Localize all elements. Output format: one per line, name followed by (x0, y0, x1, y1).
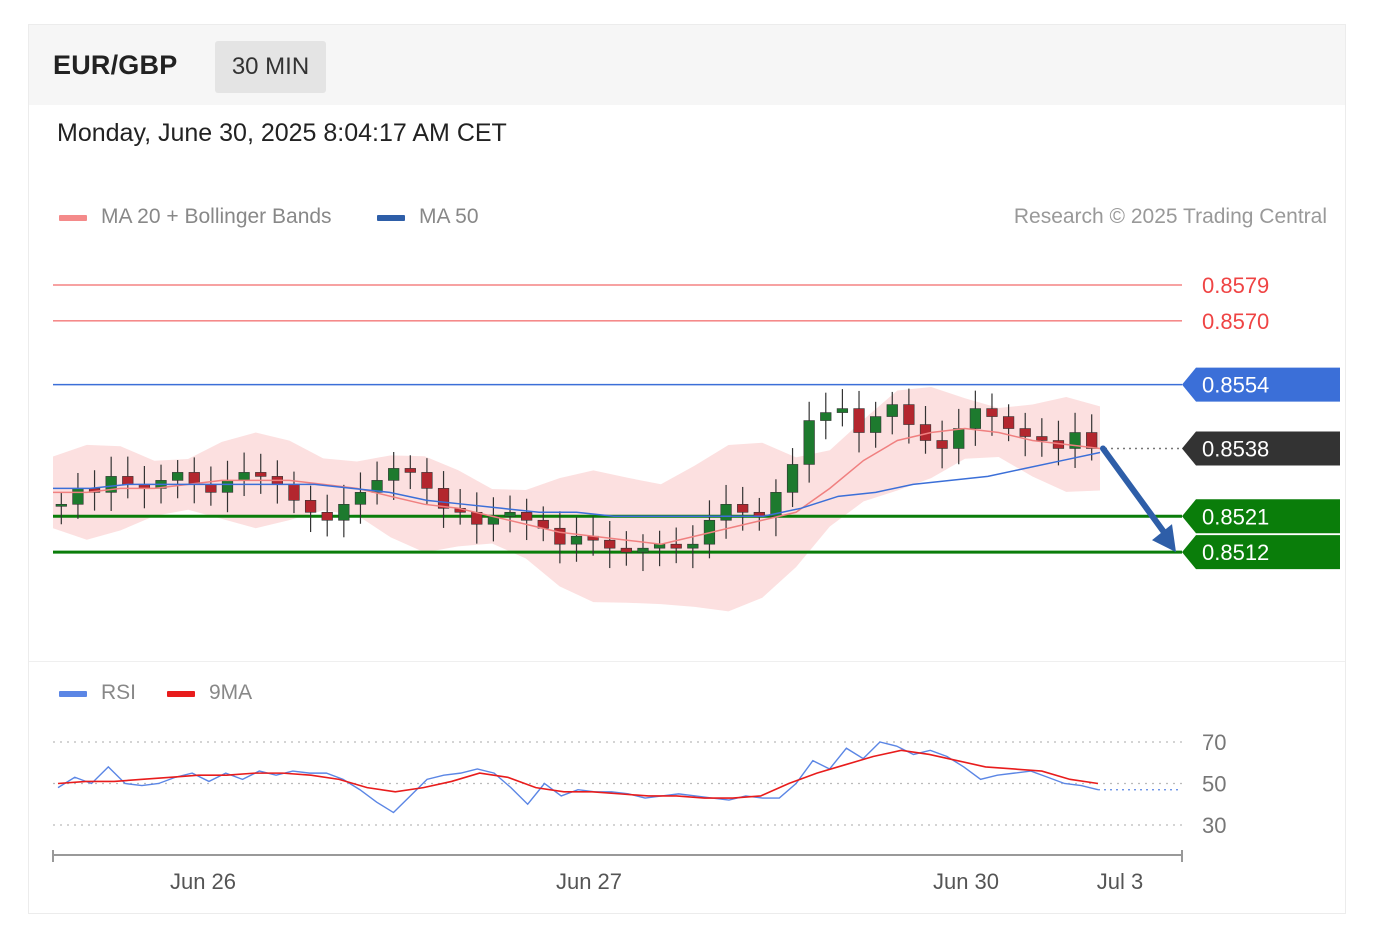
candle-body (404, 468, 416, 473)
candle-body (986, 408, 998, 417)
candle-body (953, 428, 965, 449)
candle-body (903, 404, 915, 425)
candle-body (1086, 432, 1098, 449)
current-label: 0.8538 (1202, 436, 1269, 461)
x-tick-label: Jun 27 (556, 869, 622, 894)
rsi-tick-label: 70 (1202, 730, 1226, 755)
candle-body (55, 504, 67, 507)
candle-body (72, 488, 84, 505)
rsi-line (57, 741, 1099, 814)
candle-body (670, 543, 682, 549)
candle-body (637, 547, 649, 553)
candle-body (786, 464, 799, 493)
candle-body (172, 472, 184, 481)
candle-body (969, 408, 981, 429)
rsi-tick-label: 50 (1202, 772, 1226, 797)
bollinger-band (53, 386, 1100, 612)
candle-body (1036, 436, 1048, 441)
candle-body (1019, 428, 1031, 437)
candle-body (604, 539, 616, 549)
candle-body (886, 404, 898, 417)
candle-body (304, 500, 317, 513)
candle-body (354, 492, 367, 505)
price-chart: 0.8579 0.8570 0.8554 0.8538 0.8521 0.8512 70 50… (52, 273, 1340, 894)
candle-body (338, 504, 350, 521)
candle-body (205, 484, 217, 493)
candle-body (221, 480, 234, 493)
support-label: 0.8512 (1202, 540, 1269, 565)
x-tick-label: Jun 30 (933, 869, 999, 894)
candle-body (820, 412, 832, 421)
forecast-arrow-shaft (1100, 445, 1167, 536)
candle-body (803, 420, 815, 465)
candle-body (720, 504, 732, 521)
candle-body (504, 511, 516, 517)
rsi-9ma-line (57, 749, 1099, 799)
candle-body (288, 484, 300, 501)
x-tick-label: Jun 26 (170, 869, 236, 894)
resistance-label: 0.8570 (1202, 309, 1269, 334)
candle-body (238, 472, 250, 481)
candle-body (255, 472, 267, 477)
candle-body (870, 416, 882, 433)
rsi-tick-label: 30 (1202, 813, 1226, 838)
candle-body (388, 468, 400, 481)
candle-body (836, 408, 849, 413)
candle-body (853, 408, 865, 433)
candle-body (737, 504, 749, 513)
candle-body (437, 488, 450, 509)
candle-body (620, 547, 632, 553)
candle-body (687, 543, 699, 549)
x-tick-label: Jul 3 (1097, 869, 1143, 894)
candle-body (653, 543, 666, 549)
resistance-label: 0.8579 (1202, 273, 1269, 298)
candle-body (421, 472, 433, 489)
candle-body (936, 440, 948, 449)
candle-body (122, 476, 134, 485)
candle-body (321, 511, 333, 521)
candle-body (1002, 416, 1015, 429)
candle-body (570, 535, 583, 545)
pivot-label: 0.8554 (1202, 373, 1269, 398)
candle-body (521, 511, 533, 521)
support-label: 0.8521 (1202, 504, 1269, 529)
candle-body (554, 527, 566, 545)
